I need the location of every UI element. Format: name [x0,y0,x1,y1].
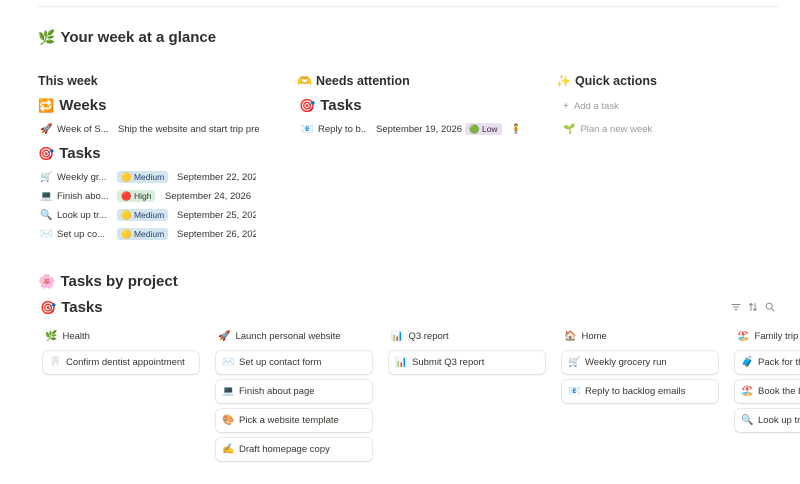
tasks-database-title[interactable]: 🎯 Tasks [38,145,101,162]
week-name: Week of S... [57,124,109,135]
blossom-icon: 🌸 [38,273,56,289]
bar-chart-icon: 📊 [391,331,404,342]
task-date: September 22, 2026 [177,172,256,183]
column-header-launch-personal-website: 🚀 Launch personal website [218,331,341,342]
envelope-icon: ✉️ [222,357,235,368]
seedling-icon: 🌱 [563,124,576,135]
person-standing-icon: 🧍 [510,124,521,135]
task-row[interactable]: 🛒 Weekly gr... 🟡 Medium September 22, 202… [40,170,256,186]
needs-attention-heading: 🫶 Needs attention [297,74,410,88]
yellow-circle-icon: 🟡 [121,229,132,239]
target-icon: 🎯 [299,98,316,113]
magnifier-icon: 🔍 [40,210,53,221]
board-card[interactable]: 🦷 Confirm dentist appointment [43,351,199,374]
weeks-database-title[interactable]: 🔁 Weeks [38,97,106,114]
this-week-heading: This week [38,74,98,88]
target-icon: 🎯 [40,300,57,315]
task-date: September 24, 2026 [165,191,252,202]
task-row[interactable]: ✉️ Set up co... 🟡 Medium September 26, 20… [40,227,256,243]
writing-hand-icon: ✍️ [222,444,235,455]
filter-icon[interactable] [731,302,741,312]
heart-hands-icon: 🫶 [297,74,312,88]
column-header-health: 🌿 Health [45,331,90,342]
priority-tag: 🔴 High [117,190,156,202]
board-card[interactable]: 🎨 Pick a website template [216,409,372,432]
column-header-q3-report: 📊 Q3 report [391,331,449,342]
task-row[interactable]: 🔍 Look up tr... 🟡 Medium September 25, 20… [40,208,256,224]
board-database-title[interactable]: 🎯 Tasks [40,299,103,316]
priority-tag: 🟡 Medium [117,209,169,221]
board-card[interactable]: ✍️ Draft homepage copy [216,438,372,461]
target-icon: 🎯 [38,146,55,161]
task-date: September 25, 2026 [177,210,256,221]
bar-chart-icon: 📊 [395,357,408,368]
cart-icon: 🛒 [568,357,581,368]
plus-icon: + [563,101,569,112]
cart-icon: 🛒 [40,172,53,183]
magnifier-icon: 🔍 [741,415,754,426]
laptop-icon: 💻 [40,191,53,202]
tooth-icon: 🦷 [49,357,62,368]
beach-icon: 🏖️ [741,386,754,397]
luggage-icon: 🧳 [741,357,754,368]
column-header-family-trip: 🏖️Family trip to [737,331,800,342]
red-circle-icon: 🔴 [121,191,132,201]
yellow-circle-icon: 🟡 [121,172,132,182]
rocket-icon: 🚀 [218,331,231,342]
sort-icon[interactable] [748,302,758,312]
week-row[interactable]: 🚀 Week of S... Ship the website and start… [40,122,260,138]
priority-tag: 🟡 Medium [117,171,169,183]
attention-tasks-database-title[interactable]: 🎯 Tasks [299,97,362,114]
email-icon: 📧 [568,386,581,397]
add-task-button[interactable]: + Add a task [563,101,619,112]
beach-icon: 🏖️ [737,331,750,342]
palette-icon: 🎨 [222,415,235,426]
search-icon[interactable] [765,302,775,312]
priority-tag: 🟢 Low [465,123,502,135]
rocket-icon: 🚀 [40,124,53,135]
week-goal: Ship the website and start trip prep [118,124,260,135]
column-header-home: 🏠 Home [564,331,607,342]
board-card[interactable]: 📊 Submit Q3 report [389,351,545,374]
herb-icon: 🌿 [45,331,58,342]
board-card[interactable]: 🏖️ Book the b [735,380,800,403]
task-row[interactable]: 📧 Reply to b... September 19, 2026 🟢 Low … [301,122,521,138]
sparkles-icon: ✨ [556,74,571,88]
priority-tag: 🟡 Medium [117,228,169,240]
board-card[interactable]: 🔍 Look up tr [735,409,800,432]
task-row[interactable]: 💻 Finish abo... 🔴 High September 24, 2026 [40,189,256,205]
repeat-icon: 🔁 [38,98,55,113]
page-title: 🌿 Your week at a glance [38,29,217,46]
task-date: September 26, 2026 [177,229,256,240]
envelope-icon: ✉️ [40,229,53,240]
laptop-icon: 💻 [222,386,235,397]
board-card[interactable]: 🛒 Weekly grocery run [562,351,718,374]
board-card[interactable]: ✉️ Set up contact form [216,351,372,374]
email-icon: 📧 [301,124,314,135]
plan-new-week-button[interactable]: 🌱 Plan a new week [563,124,652,135]
yellow-circle-icon: 🟡 [121,210,132,220]
herb-icon: 🌿 [38,29,56,45]
board-card[interactable]: 🧳 Pack for th [735,351,800,374]
green-circle-icon: 🟢 [469,124,480,134]
top-divider [38,6,778,7]
house-icon: 🏠 [564,331,577,342]
quick-actions-heading: ✨ Quick actions [556,74,657,88]
tasks-by-project-heading: 🌸 Tasks by project [38,273,178,290]
board-card[interactable]: 📧 Reply to backlog emails [562,380,718,403]
board-card[interactable]: 💻 Finish about page [216,380,372,403]
task-date: September 19, 2026 [376,124,463,135]
